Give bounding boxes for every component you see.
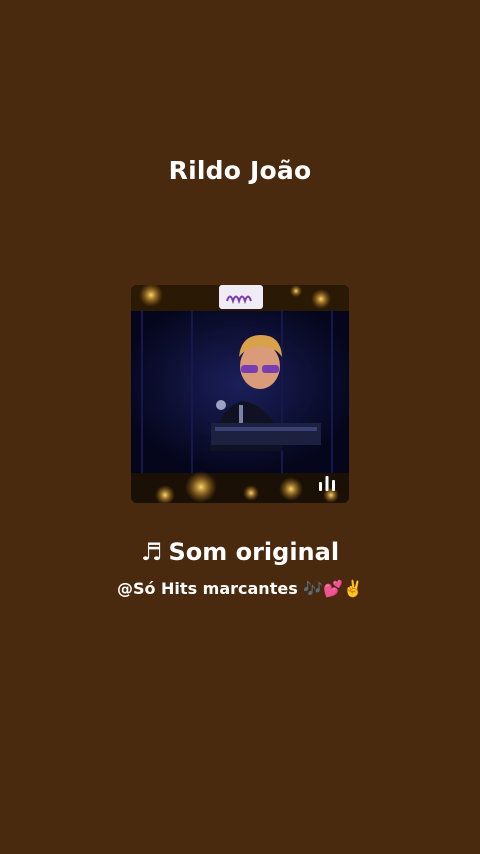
music-note-icon: ♬ [140, 538, 163, 566]
sound-title: ♬ Som original [0, 538, 480, 566]
sound-owner-link[interactable]: @Só Hits marcantes 🎶💕✌️ [0, 579, 480, 598]
sound-title-text: Som original [168, 538, 340, 566]
sound-page: Rildo João ♬ Som original @Só Hits marca… [0, 0, 480, 854]
cover-artwork [131, 285, 349, 503]
sound-cover-image[interactable] [131, 285, 349, 503]
equalizer-bars-icon [317, 473, 337, 493]
author-name[interactable]: Rildo João [0, 156, 480, 185]
